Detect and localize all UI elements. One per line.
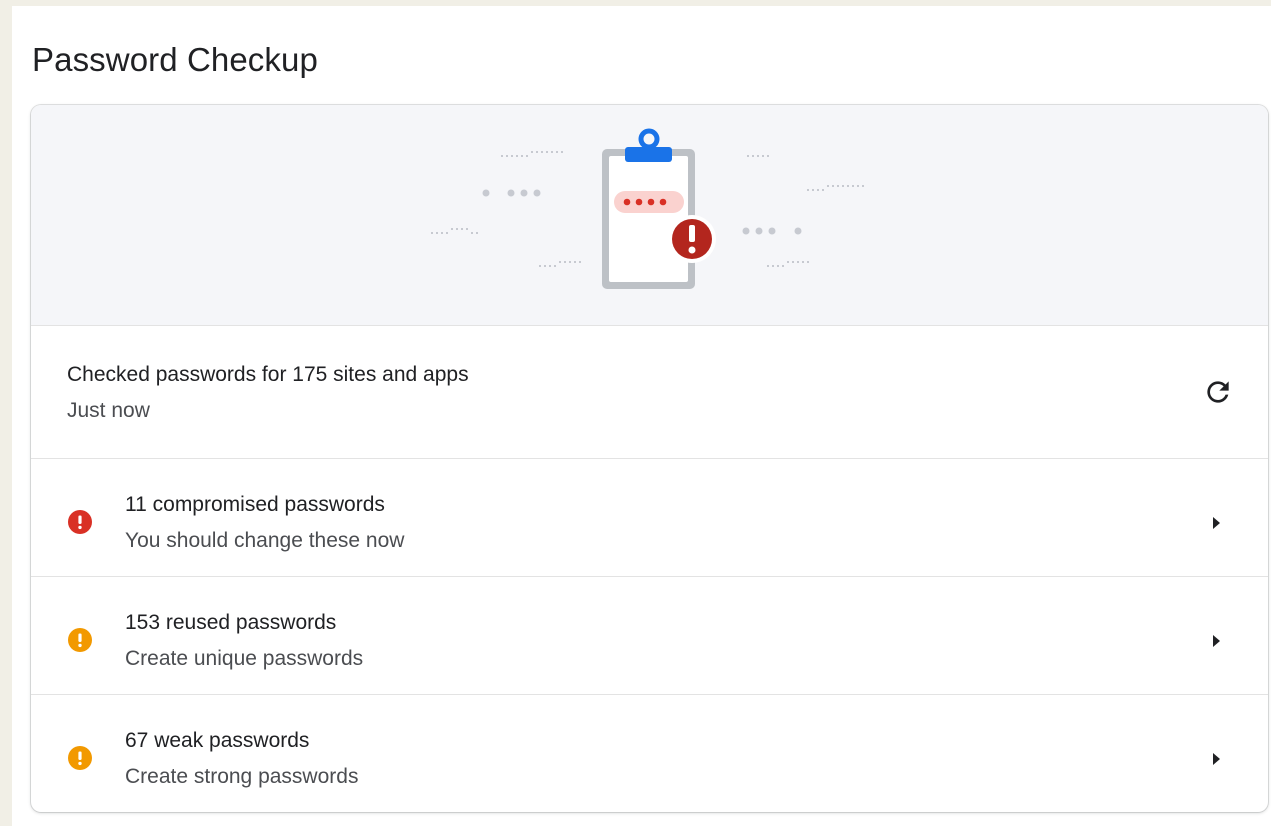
warning-icon xyxy=(68,746,92,770)
weak-passwords-row[interactable]: 67 weak passwords Create strong password… xyxy=(31,695,1268,812)
password-checkup-card: Checked passwords for 175 sites and apps… xyxy=(31,105,1268,812)
issue-title: 11 compromised passwords xyxy=(125,493,385,516)
clipboard-clip-ring xyxy=(638,128,660,150)
compromised-passwords-row[interactable]: 11 compromised passwords You should chan… xyxy=(31,459,1268,577)
clipboard-paper xyxy=(609,156,688,282)
summary-title: Checked passwords for 175 sites and apps xyxy=(67,363,469,386)
reused-passwords-row[interactable]: 153 reused passwords Create unique passw… xyxy=(31,577,1268,695)
illustration-banner xyxy=(31,105,1268,326)
issue-title: 67 weak passwords xyxy=(125,729,310,752)
clipboard-alert-icon xyxy=(431,128,864,289)
refresh-icon[interactable] xyxy=(1202,376,1234,408)
page-title: Password Checkup xyxy=(32,41,318,78)
chevron-right-icon[interactable] xyxy=(1210,634,1222,648)
issue-subtitle: Create strong passwords xyxy=(125,765,359,788)
issue-subtitle: Create unique passwords xyxy=(125,647,364,670)
error-icon xyxy=(68,510,92,534)
settings-page: Password Checkup Checked passwords for 1… xyxy=(12,6,1271,826)
summary-timestamp: Just now xyxy=(67,399,150,422)
issue-title: 153 reused passwords xyxy=(125,611,337,634)
checkup-summary-row: Checked passwords for 175 sites and apps… xyxy=(31,326,1268,459)
issue-subtitle: You should change these now xyxy=(125,529,405,552)
chevron-right-icon[interactable] xyxy=(1210,752,1222,766)
chevron-right-icon[interactable] xyxy=(1210,516,1222,530)
warning-icon xyxy=(68,628,92,652)
